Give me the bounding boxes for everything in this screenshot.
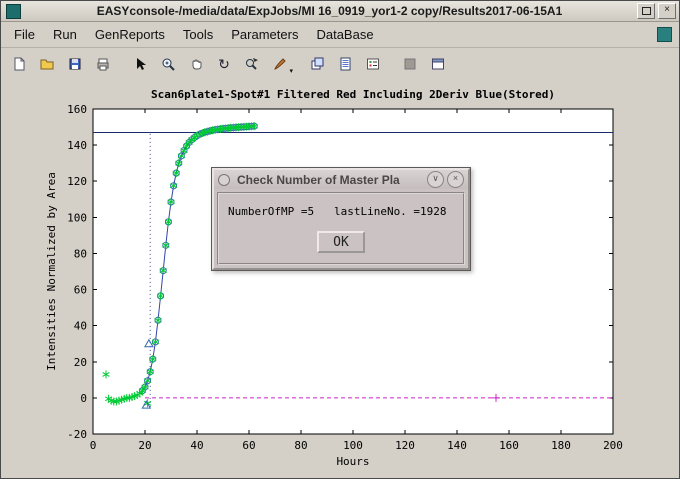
dialog-menu-icon[interactable] xyxy=(218,174,230,186)
dialog-shade-button[interactable]: ∨ xyxy=(427,171,444,188)
svg-text:120: 120 xyxy=(67,175,87,188)
cursor-arrow-icon xyxy=(132,56,148,72)
svg-text:200: 200 xyxy=(603,439,623,452)
svg-text:0: 0 xyxy=(90,439,97,452)
svg-text:0: 0 xyxy=(80,392,87,405)
new-document-button[interactable] xyxy=(5,51,33,77)
dropdown-caret-icon[interactable]: ▾ xyxy=(289,67,293,75)
zoom-in-button[interactable] xyxy=(154,51,182,77)
rotate-button[interactable]: ↻ xyxy=(210,51,238,77)
copy-window-button[interactable] xyxy=(303,51,331,77)
svg-text:140: 140 xyxy=(447,439,467,452)
save-icon xyxy=(67,56,83,72)
svg-text:40: 40 xyxy=(74,320,87,333)
pan-hand-button[interactable] xyxy=(182,51,210,77)
menu-database[interactable]: DataBase xyxy=(307,24,382,45)
open-folder-button[interactable] xyxy=(33,51,61,77)
maximize-icon xyxy=(642,7,651,15)
notebook-icon xyxy=(337,56,353,72)
svg-text:Intensities Normalized by Area: Intensities Normalized by Area xyxy=(45,172,58,371)
svg-text:120: 120 xyxy=(395,439,415,452)
save-button[interactable] xyxy=(61,51,89,77)
copy-window-icon xyxy=(309,56,325,72)
dialog-titlebar[interactable]: Check Number of Master Pla ∨ × xyxy=(214,170,468,189)
svg-text:20: 20 xyxy=(138,439,151,452)
svg-text:80: 80 xyxy=(294,439,307,452)
svg-text:160: 160 xyxy=(67,103,87,116)
gray-square-icon xyxy=(402,56,418,72)
brush-icon xyxy=(272,56,288,72)
toolbar-separator xyxy=(294,64,303,65)
svg-text:180: 180 xyxy=(551,439,571,452)
close-button[interactable]: × xyxy=(658,3,676,19)
menubar: File Run GenReports Tools Parameters Dat… xyxy=(1,22,679,48)
svg-text:Scan6plate1-Spot#1 Filtered Re: Scan6plate1-Spot#1 Filtered Red Includin… xyxy=(151,88,555,101)
rotate-icon: ↻ xyxy=(218,57,230,71)
menu-file[interactable]: File xyxy=(5,24,44,45)
menu-tools[interactable]: Tools xyxy=(174,24,222,45)
open-folder-icon xyxy=(39,56,55,72)
titlebar[interactable]: EASYconsole-/media/data/ExpJobs/MI 16_09… xyxy=(1,1,679,22)
dialog-check-number: Check Number of Master Pla ∨ × NumberOfM… xyxy=(211,167,471,271)
dialog-close-button[interactable]: × xyxy=(447,171,464,188)
cursor-tool-button[interactable] xyxy=(126,51,154,77)
app-window: EASYconsole-/media/data/ExpJobs/MI 16_09… xyxy=(0,0,680,479)
zoom-select-button[interactable] xyxy=(238,51,266,77)
ok-button[interactable]: OK xyxy=(317,231,365,253)
figure-area: 020406080100120140160180200-200204060801… xyxy=(1,80,679,478)
window-frame-icon xyxy=(430,56,446,72)
menubar-grip-icon xyxy=(657,27,672,42)
toolbar-separator xyxy=(387,64,396,65)
svg-text:80: 80 xyxy=(74,247,87,260)
svg-text:100: 100 xyxy=(343,439,363,452)
svg-text:100: 100 xyxy=(67,211,87,224)
print-icon xyxy=(95,56,111,72)
toolbar: ↻ ▾ xyxy=(1,48,679,82)
notebook-button[interactable] xyxy=(331,51,359,77)
window-frame-button[interactable] xyxy=(424,51,452,77)
print-button[interactable] xyxy=(89,51,117,77)
dialog-frame: Check Number of Master Pla ∨ × NumberOfM… xyxy=(212,168,470,270)
dialog-message: NumberOfMP =5 lastLineNo. =1928 xyxy=(228,205,454,218)
new-document-icon xyxy=(11,56,27,72)
zoom-in-icon xyxy=(160,56,176,72)
brush-button[interactable]: ▾ xyxy=(266,51,294,77)
svg-text:Hours: Hours xyxy=(336,455,369,468)
svg-text:20: 20 xyxy=(74,356,87,369)
zoom-select-icon xyxy=(244,56,260,72)
svg-text:160: 160 xyxy=(499,439,519,452)
menu-parameters[interactable]: Parameters xyxy=(222,24,307,45)
legend-button[interactable] xyxy=(359,51,387,77)
legend-icon xyxy=(365,56,381,72)
maximize-button[interactable] xyxy=(637,3,655,19)
dialog-body: NumberOfMP =5 lastLineNo. =1928 OK xyxy=(217,192,465,265)
svg-text:140: 140 xyxy=(67,139,87,152)
app-icon[interactable] xyxy=(6,4,21,19)
svg-text:40: 40 xyxy=(190,439,203,452)
dialog-title: Check Number of Master Pla xyxy=(230,173,424,187)
window-title: EASYconsole-/media/data/ExpJobs/MI 16_09… xyxy=(25,4,634,18)
pan-hand-icon xyxy=(188,56,204,72)
plot-canvas[interactable]: 020406080100120140160180200-200204060801… xyxy=(1,80,679,478)
toolbar-separator xyxy=(117,64,126,65)
menu-run[interactable]: Run xyxy=(44,24,86,45)
menu-genreports[interactable]: GenReports xyxy=(86,24,174,45)
gray-square-button[interactable] xyxy=(396,51,424,77)
svg-text:-20: -20 xyxy=(67,428,87,441)
svg-text:60: 60 xyxy=(242,439,255,452)
svg-text:60: 60 xyxy=(74,284,87,297)
